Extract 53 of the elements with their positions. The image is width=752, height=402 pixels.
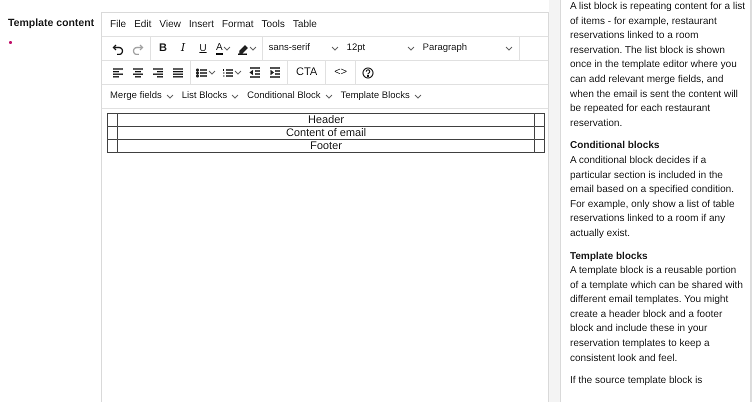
menu-item[interactable]: File <box>106 17 130 32</box>
table-cell: Content of email <box>118 126 534 140</box>
dropdown-select[interactable]: 12pt <box>342 38 419 58</box>
menu-item[interactable]: Tools <box>258 17 289 32</box>
toolbar-button[interactable]: CTA <box>290 62 324 82</box>
align-left-icon <box>112 66 124 78</box>
undo-icon <box>112 42 124 54</box>
caret-icon <box>222 46 231 51</box>
bold-button[interactable]: B <box>153 38 173 58</box>
field-label: Template content <box>8 16 96 31</box>
menu-dropdown[interactable]: Merge fields <box>106 86 178 106</box>
align-right-icon <box>152 66 164 78</box>
menu-item[interactable]: Edit <box>130 17 156 32</box>
table-cell: Footer <box>118 140 534 152</box>
bullet-list-icon <box>196 66 208 78</box>
dropdown-select[interactable]: Paragraph <box>418 38 517 58</box>
menu-item[interactable]: Table <box>288 17 321 32</box>
text-color-button[interactable]: A <box>213 38 234 58</box>
paragraph: A conditional block decides if a particular section is included in the email based on a specified condition. For example, only show a list of table reservations linked to a room if any actually exist. <box>570 154 736 241</box>
indent-icon <box>269 66 281 79</box>
justify-icon <box>172 66 184 78</box>
menu-item[interactable]: Format <box>218 17 258 32</box>
caret-icon <box>414 94 422 99</box>
caret-icon <box>504 46 513 51</box>
italic-button[interactable]: I <box>173 38 193 58</box>
outdent-icon <box>249 66 261 79</box>
highlighter-icon <box>236 42 249 54</box>
redo-icon <box>132 42 144 54</box>
caret-icon <box>330 46 339 51</box>
caret-icon <box>166 94 174 99</box>
caret-icon <box>234 70 242 75</box>
menu-dropdown[interactable]: Template Blocks <box>336 86 426 106</box>
dropdown-select[interactable]: sans-serif <box>264 38 343 58</box>
caret-icon <box>248 46 257 51</box>
caret-icon <box>324 94 333 99</box>
toolbar-button[interactable]: <> <box>328 62 354 82</box>
caret-icon <box>208 70 216 75</box>
align-center-icon <box>132 66 144 78</box>
paragraph: A list block is repeating content for a list of items - for example, restaurant reservations linked to a room reservation. The list block is shown once in the template editor where you can add relevant merge fields, and when the email is sent the content will be repeated for each restaurant reservation. <box>570 0 746 131</box>
section-heading: Conditional blocks <box>570 139 660 154</box>
menu-dropdown[interactable]: List Blocks <box>178 86 244 106</box>
paragraph: A template block is a reusable portion of a template which can be shared with different email templates. You might create a header block and a footer block and include these in your reservation templates to keep a consistent look and feel. <box>570 264 744 366</box>
menu-item[interactable]: View <box>155 17 185 32</box>
help-icon <box>362 66 374 78</box>
table-cell: Header <box>118 114 534 126</box>
caret-icon <box>231 94 240 99</box>
menu-item[interactable]: Insert <box>184 17 218 32</box>
paragraph: If the source template block is <box>570 374 704 388</box>
underline-button[interactable]: U <box>193 38 213 58</box>
section-heading: Template blocks <box>570 250 649 264</box>
menu-dropdown[interactable]: Conditional Block <box>243 86 337 106</box>
numbered-list-icon <box>222 66 234 78</box>
caret-icon <box>406 46 415 51</box>
